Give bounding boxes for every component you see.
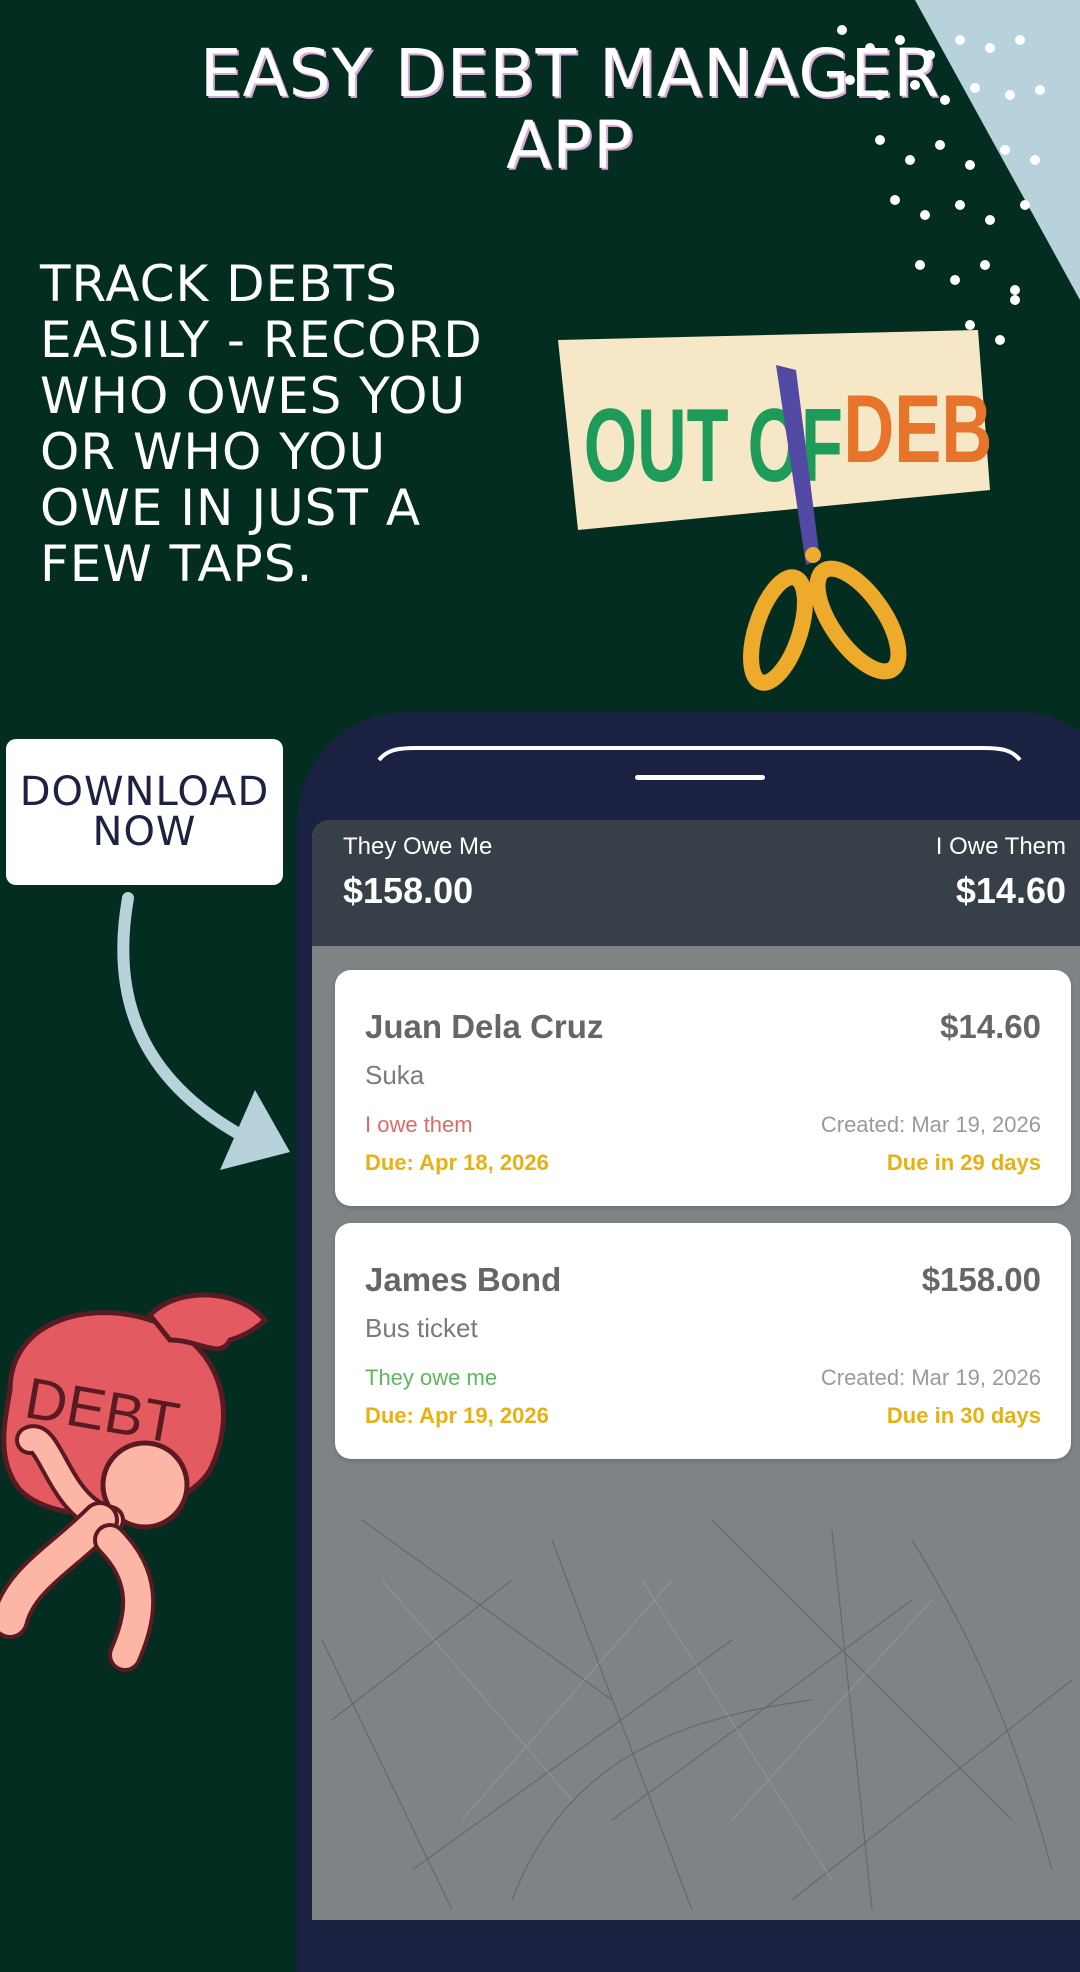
- debt-note: Bus ticket: [365, 1313, 478, 1343]
- summary-bar: They Owe Me $158.00 I Owe Them $14.60: [312, 820, 1080, 946]
- they-owe-me-label: They Owe Me: [343, 833, 493, 860]
- tagline-line: WHO OWES YOU: [40, 367, 467, 425]
- debt-bag-illustration: DEBT: [0, 1292, 269, 1672]
- phone-speaker: [635, 775, 765, 780]
- tagline-line: EASILY - RECORD: [40, 311, 483, 369]
- debt-due-countdown: Due in 30 days: [886, 1403, 1041, 1428]
- debt-card[interactable]: James Bond $158.00 Bus ticket They owe m…: [335, 1223, 1071, 1459]
- note-right-text: DEBT: [843, 375, 990, 482]
- tagline: TRACK DEBTS EASILY - RECORD WHO OWES YOU…: [40, 256, 560, 592]
- curved-arrow-icon: [117, 892, 290, 1170]
- debt-person-name: James Bond: [365, 1261, 562, 1298]
- debt-amount: $14.60: [940, 1008, 1041, 1045]
- debt-card[interactable]: Juan Dela Cruz $14.60 Suka I owe them Cr…: [335, 970, 1071, 1206]
- tagline-line: FEW TAPS.: [40, 535, 314, 593]
- i-owe-them-total: $14.60: [955, 870, 1066, 911]
- debt-note: Suka: [365, 1060, 425, 1090]
- tagline-line: TRACK DEBTS: [40, 255, 398, 313]
- debt-direction: They owe me: [365, 1365, 498, 1390]
- debt-amount: $158.00: [921, 1261, 1041, 1298]
- debt-created-date: Created: Mar 19, 2026: [820, 1365, 1041, 1390]
- debt-person-name: Juan Dela Cruz: [365, 1008, 604, 1045]
- download-line-2: NOW: [92, 809, 197, 855]
- tagline-line: OR WHO YOU: [40, 423, 387, 481]
- debt-created-date: Created: Mar 19, 2026: [820, 1112, 1041, 1137]
- tagline-line: OWE IN JUST A: [40, 479, 422, 537]
- debt-due-date: Due: Apr 19, 2026: [365, 1403, 549, 1428]
- download-now-button[interactable]: DOWNLOAD NOW: [6, 739, 283, 885]
- debt-due-countdown: Due in 29 days: [886, 1150, 1041, 1175]
- out-of-debt-illustration: OUT OF DEBT: [558, 330, 990, 691]
- they-owe-me-total: $158.00: [343, 870, 474, 911]
- debt-due-date: Due: Apr 18, 2026: [365, 1150, 549, 1175]
- i-owe-them-label: I Owe Them: [935, 833, 1066, 860]
- dots-decoration: [837, 0, 1080, 345]
- phone-top-edge: [377, 746, 1022, 762]
- app-screen: They Owe Me $158.00 I Owe Them $14.60 Ju…: [312, 820, 1080, 1920]
- download-line-1: DOWNLOAD: [19, 769, 270, 815]
- debt-direction: I owe them: [365, 1112, 473, 1137]
